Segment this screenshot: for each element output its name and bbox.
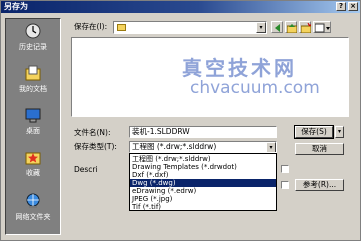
filetype-option-selected[interactable]: Dwg (*.dwg) xyxy=(130,179,276,187)
save-options-arrow[interactable]: ▾ xyxy=(335,126,344,138)
place-label: 收藏 xyxy=(26,169,40,177)
views-menu-button[interactable] xyxy=(313,21,331,33)
checkbox[interactable] xyxy=(281,181,289,189)
folder-icon xyxy=(117,24,126,31)
filetype-value: 工程图 (*.drw;*.slddrw) xyxy=(132,142,217,151)
watermark-cn: 真空技术网 xyxy=(182,56,297,80)
filetype-label: 保存类型(T): xyxy=(74,142,117,151)
place-history[interactable]: 历史记录 xyxy=(6,21,60,61)
filetype-option[interactable]: Tif (*.tif) xyxy=(130,203,276,210)
filetype-option[interactable]: 工程图 (*.drw;*.slddrw) xyxy=(130,155,276,163)
place-network-folder[interactable]: 网络文件夹 xyxy=(6,191,60,231)
history-icon xyxy=(25,23,41,39)
desktop-icon xyxy=(25,108,41,123)
up-folder-button[interactable] xyxy=(285,21,297,33)
place-label: 桌面 xyxy=(26,127,40,135)
filename-input[interactable]: 装机-1.SLDDRW xyxy=(129,126,277,138)
save-button[interactable]: 保存(S) xyxy=(294,125,334,139)
places-bar: 历史记录 我的文档 桌面 收藏 网络文件夹 xyxy=(5,18,61,235)
place-label: 历史记录 xyxy=(19,43,47,51)
views-icon xyxy=(315,23,330,33)
filetype-option[interactable]: eDrawing (*.edrw) xyxy=(130,187,276,195)
back-button[interactable] xyxy=(271,21,283,33)
filetype-option[interactable]: JPEG (*.jpg) xyxy=(130,195,276,203)
chevron-down-icon[interactable]: ▾ xyxy=(266,142,276,152)
new-folder-icon xyxy=(301,23,311,33)
filetype-dropdown-list[interactable]: 工程图 (*.drw;*.slddrw) Drawing Templates (… xyxy=(129,153,277,211)
watermark-url: chvacuum.com xyxy=(190,78,320,98)
filename-label: 文件名(N): xyxy=(74,128,111,137)
checkbox[interactable] xyxy=(281,165,289,173)
help-button[interactable]: ? xyxy=(336,2,346,11)
filetype-option[interactable]: Dxf (*.dxf) xyxy=(130,171,276,179)
file-list[interactable]: 真空技术网 chvacuum.com xyxy=(71,37,349,117)
my-documents-icon xyxy=(25,65,41,81)
place-favorites[interactable]: 收藏 xyxy=(6,147,60,187)
title-bar: 另存为 ? × xyxy=(1,1,360,13)
place-desktop[interactable]: 桌面 xyxy=(6,105,60,145)
place-label: 我的文档 xyxy=(19,85,47,93)
back-icon xyxy=(275,24,280,32)
place-my-documents[interactable]: 我的文档 xyxy=(6,63,60,103)
window-title: 另存为 xyxy=(4,2,28,11)
place-label: 网络文件夹 xyxy=(15,213,51,221)
chevron-down-icon[interactable]: ▾ xyxy=(256,22,266,33)
filetype-combo[interactable]: 工程图 (*.drw;*.slddrw) ▾ xyxy=(129,141,277,153)
new-folder-button[interactable] xyxy=(299,21,311,33)
look-in-label: 保存在(I): xyxy=(74,22,108,31)
favorites-icon xyxy=(25,152,41,165)
look-in-combo[interactable]: ▾ xyxy=(113,21,267,34)
up-folder-icon xyxy=(287,24,297,33)
save-as-dialog: 另存为 ? × 历史记录 我的文档 桌面 收藏 网络文件夹 保存在(I): ▾ … xyxy=(0,0,361,241)
network-folder-icon xyxy=(26,193,40,208)
cancel-button[interactable]: 取消 xyxy=(295,143,344,155)
description-label: Descri xyxy=(74,165,98,174)
close-button[interactable]: × xyxy=(348,2,358,11)
filetype-option[interactable]: Drawing Templates (*.drwdot) xyxy=(130,163,276,171)
options-button[interactable]: 参考(R)... xyxy=(295,179,344,191)
